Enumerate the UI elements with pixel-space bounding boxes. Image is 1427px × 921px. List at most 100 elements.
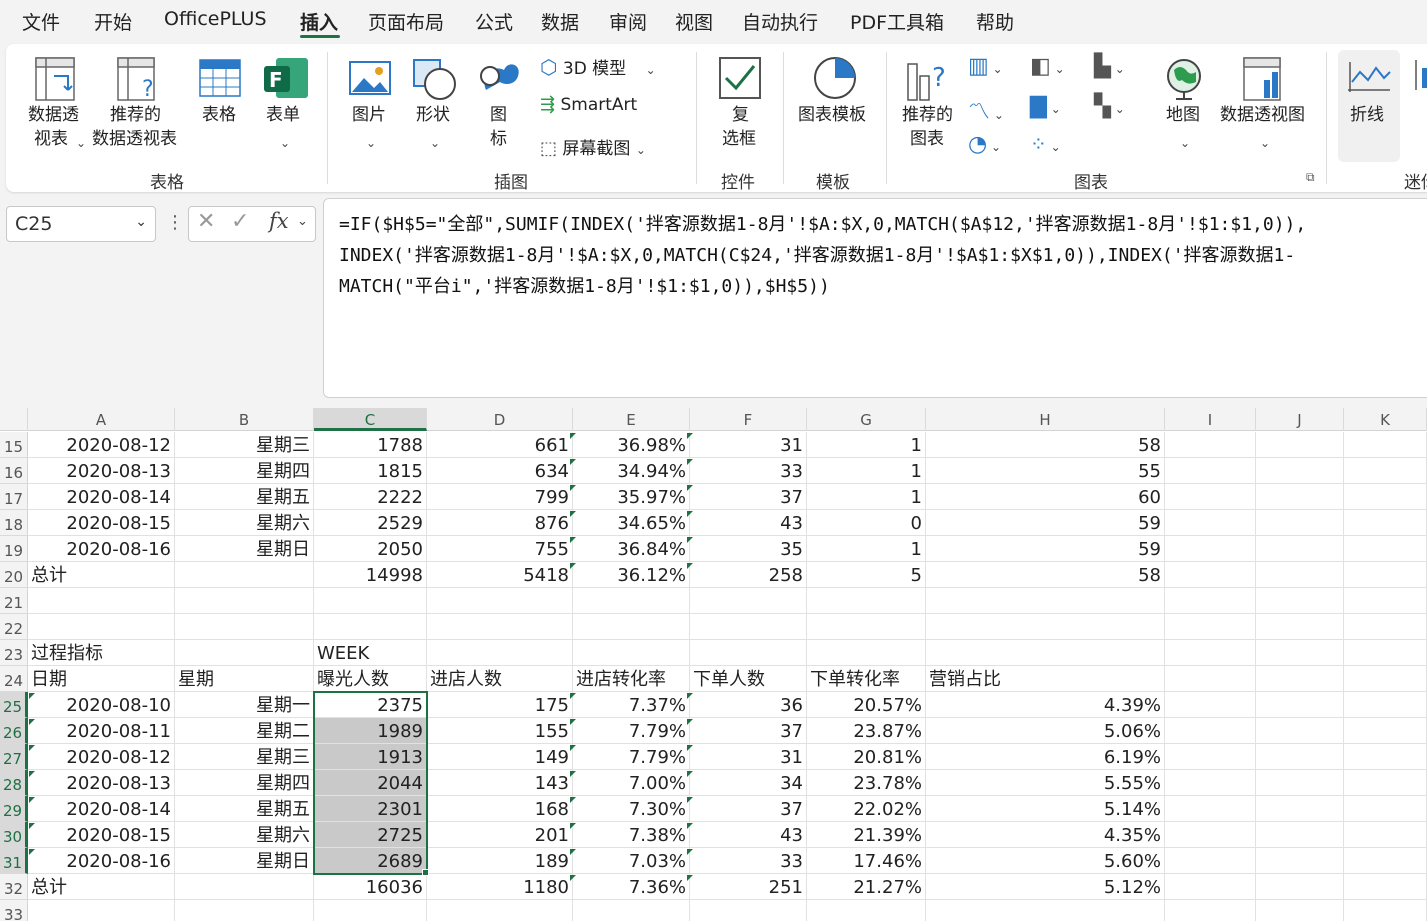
cell-f16[interactable]: 33	[690, 458, 807, 484]
row-header[interactable]: 24	[0, 666, 28, 692]
cell-c31[interactable]: 2689	[314, 848, 427, 874]
cell-g27[interactable]: 20.81%	[807, 744, 926, 770]
tab-data[interactable]: 数据	[541, 8, 579, 35]
row-header[interactable]: 15	[0, 432, 28, 458]
cell-g17[interactable]: 1	[807, 484, 926, 510]
cell-b25[interactable]: 星期一	[175, 692, 314, 718]
cell-i22[interactable]	[1165, 614, 1256, 640]
cell-j25[interactable]	[1256, 692, 1344, 718]
cell-g28[interactable]: 23.78%	[807, 770, 926, 796]
cell-d30[interactable]: 201	[427, 822, 573, 848]
cell-j16[interactable]	[1256, 458, 1344, 484]
3d-models-button[interactable]: ⬡ 3D 模型 ⌄	[540, 54, 656, 79]
cell-g32[interactable]: 21.27%	[807, 874, 926, 900]
cancel-icon[interactable]: ✕	[197, 209, 215, 234]
cell-e20[interactable]: 36.12%	[573, 562, 690, 588]
cell-g20[interactable]: 5	[807, 562, 926, 588]
cell-e30[interactable]: 7.38%	[573, 822, 690, 848]
cell-h22[interactable]	[926, 614, 1165, 640]
column-header-h[interactable]: H	[926, 408, 1165, 431]
cell-j33[interactable]	[1256, 900, 1344, 921]
forms-button[interactable]: F 表单 ⌄	[256, 52, 314, 152]
cell-e33[interactable]	[573, 900, 690, 921]
cell-k16[interactable]	[1344, 458, 1427, 484]
cell-h28[interactable]: 5.55%	[926, 770, 1165, 796]
recommended-charts-button[interactable]: ? 推荐的 图表	[896, 52, 966, 152]
cell-a31[interactable]: 2020-08-16	[28, 848, 175, 874]
cell-e19[interactable]: 36.84%	[573, 536, 690, 562]
cell-a17[interactable]: 2020-08-14	[28, 484, 175, 510]
column-header-d[interactable]: D	[427, 408, 573, 431]
cell-h21[interactable]	[926, 588, 1165, 614]
waterfall-chart-button[interactable]: ▙ ⌄	[1094, 54, 1125, 79]
row-header[interactable]: 33	[0, 900, 28, 921]
cell-f25[interactable]: 36	[690, 692, 807, 718]
cell-k23[interactable]	[1344, 640, 1427, 666]
cell-j29[interactable]	[1256, 796, 1344, 822]
row-header[interactable]: 25	[0, 692, 28, 718]
cell-k31[interactable]	[1344, 848, 1427, 874]
cell-b17[interactable]: 星期五	[175, 484, 314, 510]
cell-f22[interactable]	[690, 614, 807, 640]
cell-j28[interactable]	[1256, 770, 1344, 796]
row-header[interactable]: 27	[0, 744, 28, 770]
cell-b15[interactable]: 星期三	[175, 432, 314, 458]
cell-h17[interactable]: 60	[926, 484, 1165, 510]
cell-b32[interactable]	[175, 874, 314, 900]
cell-i27[interactable]	[1165, 744, 1256, 770]
cell-j17[interactable]	[1256, 484, 1344, 510]
cell-a33[interactable]	[28, 900, 175, 921]
tab-review[interactable]: 审阅	[609, 8, 647, 35]
cell-c30[interactable]: 2725	[314, 822, 427, 848]
column-header-k[interactable]: K	[1344, 408, 1427, 431]
cell-g15[interactable]: 1	[807, 432, 926, 458]
screenshot-button[interactable]: ⬚ 屏幕截图 ⌄	[540, 134, 646, 159]
cell-j20[interactable]	[1256, 562, 1344, 588]
cell-d33[interactable]	[427, 900, 573, 921]
cell-k25[interactable]	[1344, 692, 1427, 718]
cell-k18[interactable]	[1344, 510, 1427, 536]
cell-f33[interactable]	[690, 900, 807, 921]
cell-g19[interactable]: 1	[807, 536, 926, 562]
cell-k32[interactable]	[1344, 874, 1427, 900]
row-header[interactable]: 26	[0, 718, 28, 744]
table-button[interactable]: 表格	[192, 52, 248, 152]
cell-b30[interactable]: 星期六	[175, 822, 314, 848]
statistic-chart-button[interactable]: ▇ ⌄	[1030, 94, 1061, 119]
cell-e26[interactable]: 7.79%	[573, 718, 690, 744]
cell-h31[interactable]: 5.60%	[926, 848, 1165, 874]
cell-j23[interactable]	[1256, 640, 1344, 666]
tab-file[interactable]: 文件	[22, 8, 60, 35]
cell-c29[interactable]: 2301	[314, 796, 427, 822]
cell-g21[interactable]	[807, 588, 926, 614]
cell-f27[interactable]: 31	[690, 744, 807, 770]
cell-f30[interactable]: 43	[690, 822, 807, 848]
dialog-launcher-icon[interactable]: ⧉	[1306, 170, 1315, 185]
cell-j18[interactable]	[1256, 510, 1344, 536]
cell-h26[interactable]: 5.06%	[926, 718, 1165, 744]
icons-button[interactable]: 图 标	[472, 52, 528, 152]
cell-a24[interactable]: 日期	[28, 666, 175, 692]
cell-f32[interactable]: 251	[690, 874, 807, 900]
cell-f18[interactable]: 43	[690, 510, 807, 536]
cell-i18[interactable]	[1165, 510, 1256, 536]
smartart-button[interactable]: ⇶ SmartArt	[540, 94, 637, 115]
name-box[interactable]: C25 ⌄	[6, 206, 156, 242]
shapes-button[interactable]: 形状 ⌄	[406, 52, 462, 152]
maps-button[interactable]: 地图 ⌄	[1156, 52, 1212, 152]
tab-help[interactable]: 帮助	[976, 8, 1014, 35]
cell-e18[interactable]: 34.65%	[573, 510, 690, 536]
row-header[interactable]: 23	[0, 640, 28, 666]
cell-i31[interactable]	[1165, 848, 1256, 874]
cell-j21[interactable]	[1256, 588, 1344, 614]
cell-g29[interactable]: 22.02%	[807, 796, 926, 822]
cell-f15[interactable]: 31	[690, 432, 807, 458]
fill-handle[interactable]	[422, 869, 429, 876]
cell-d15[interactable]: 661	[427, 432, 573, 458]
tab-pdf-tools[interactable]: PDF工具箱	[850, 8, 944, 35]
cell-g33[interactable]	[807, 900, 926, 921]
column-header-f[interactable]: F	[690, 408, 807, 431]
row-header[interactable]: 20	[0, 562, 28, 588]
cell-d25[interactable]: 175	[427, 692, 573, 718]
tab-insert[interactable]: 插入	[300, 8, 338, 35]
